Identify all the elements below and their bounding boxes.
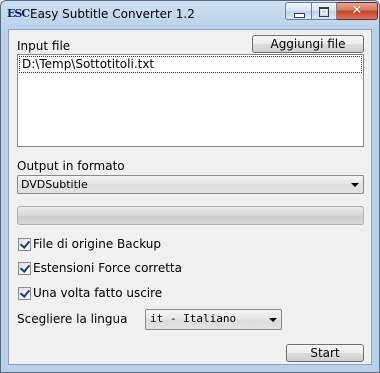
app-window: ESC Easy Subtitle Converter 1.2 ✕ Input …	[0, 0, 380, 373]
exit-when-done-checkbox[interactable]	[18, 287, 31, 300]
chevron-down-icon	[351, 183, 359, 187]
start-button[interactable]: Start	[286, 344, 364, 362]
input-file-list[interactable]: D:\Temp\Sottotitoli.txt	[17, 54, 364, 147]
output-format-label: Output in formato	[17, 159, 125, 173]
maximize-icon	[319, 7, 329, 17]
close-button[interactable]: ✕	[337, 2, 378, 20]
backup-label: File di origine Backup	[33, 237, 162, 251]
add-file-button[interactable]: Aggiungi file	[252, 35, 364, 53]
output-format-value: DVDSubtitle	[21, 178, 88, 191]
minimize-icon	[294, 13, 305, 18]
output-format-select[interactable]: DVDSubtitle	[17, 175, 364, 194]
esc-logo-icon: ESC	[7, 7, 30, 20]
chevron-down-icon	[269, 318, 277, 322]
checkmark-icon	[19, 262, 31, 273]
backup-checkbox[interactable]	[18, 238, 31, 251]
force-extensions-checkbox[interactable]	[18, 262, 31, 275]
force-extensions-label: Estensioni Force corretta	[33, 261, 182, 275]
title-bar[interactable]: ESC Easy Subtitle Converter 1.2 ✕	[1, 1, 379, 28]
exit-when-done-label: Una volta fatto uscire	[33, 286, 163, 300]
language-value: it - Italiano	[150, 312, 237, 325]
language-label: Scegliere la lingua	[17, 312, 128, 326]
checkmark-icon	[19, 238, 31, 249]
list-item[interactable]: D:\Temp\Sottotitoli.txt	[19, 56, 362, 73]
language-select[interactable]: it - Italiano	[145, 309, 282, 330]
maximize-button[interactable]	[312, 2, 337, 20]
checkmark-icon	[19, 287, 31, 298]
minimize-button[interactable]	[285, 2, 312, 20]
input-file-label: Input file	[17, 39, 71, 53]
window-title: Easy Subtitle Converter 1.2	[30, 7, 195, 21]
conversion-progress-bar	[17, 206, 364, 225]
main-panel: Input file Aggiungi file D:\Temp\Sottoti…	[8, 29, 372, 365]
close-icon: ✕	[351, 3, 363, 18]
